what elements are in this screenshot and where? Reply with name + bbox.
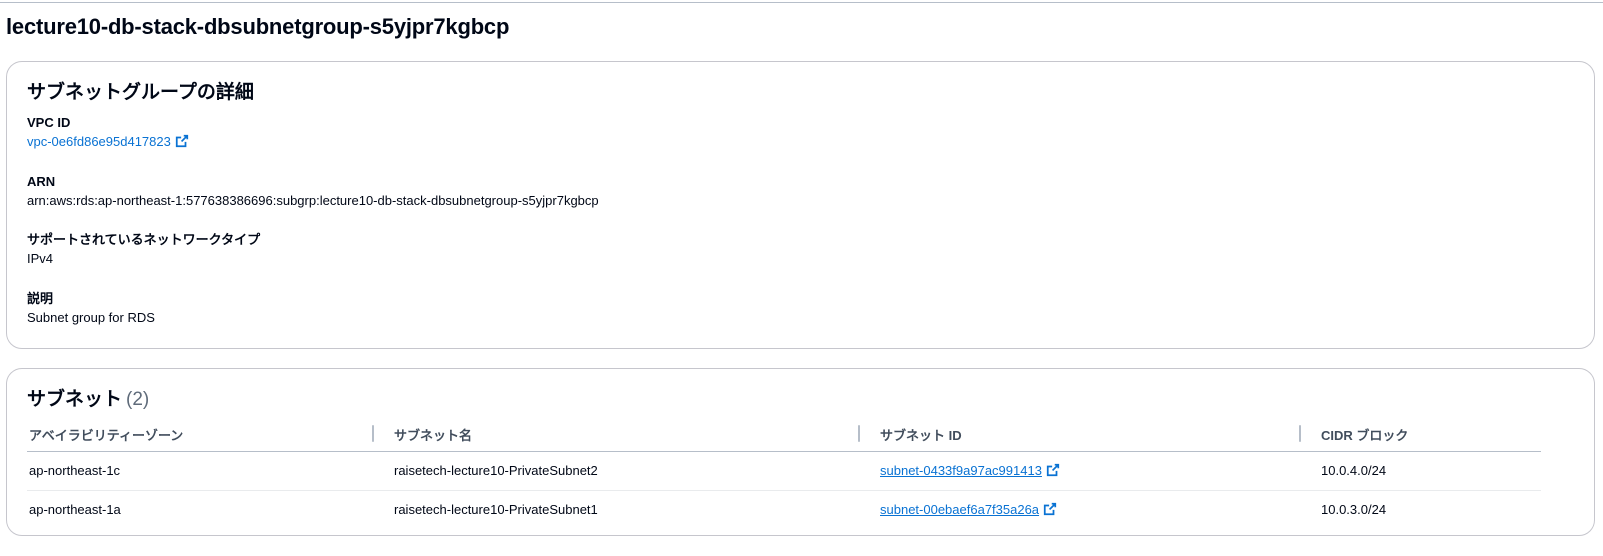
page-title: lecture10-db-stack-dbsubnetgroup-s5yjpr7…	[6, 14, 510, 39]
network-type-value: IPv4	[27, 251, 54, 266]
column-header-availability-zone: アベイラビリティーゾーン	[29, 428, 184, 443]
details-heading: サブネットグループの詳細	[27, 82, 254, 103]
cell-availability-zone: ap-northeast-1c	[29, 463, 121, 478]
vpc-id-field: VPC ID vpc-0e6fd86e95d417823	[27, 114, 189, 152]
subnets-table: アベイラビリティーゾーン サブネット名 サブネット ID CIDR ブロック a…	[27, 419, 1541, 527]
subnets-heading-text: サブネット	[27, 389, 123, 410]
subnet-group-details-panel: サブネットグループの詳細 VPC ID vpc-0e6fd86e95d41782…	[6, 61, 1595, 349]
column-resize-handle[interactable]	[1299, 425, 1301, 442]
column-header-cidr-block: CIDR ブロック	[1321, 428, 1409, 443]
vpc-id-link-text: vpc-0e6fd86e95d417823	[27, 134, 171, 149]
network-type-label: サポートされているネットワークタイプ	[27, 232, 261, 247]
external-link-icon	[175, 134, 188, 148]
external-link-icon	[1046, 463, 1060, 477]
description-value: Subnet group for RDS	[27, 310, 155, 325]
cell-subnet-name: raisetech-lecture10-PrivateSubnet1	[394, 502, 598, 517]
cell-subnet-id: subnet-0433f9a97ac991413	[880, 463, 1060, 478]
vpc-id-link[interactable]: vpc-0e6fd86e95d417823	[27, 134, 189, 149]
table-row: ap-northeast-1a raisetech-lecture10-Priv…	[27, 491, 1541, 529]
cell-cidr-block: 10.0.4.0/24	[1321, 463, 1387, 478]
column-resize-handle[interactable]	[372, 425, 374, 442]
vpc-id-label: VPC ID	[27, 115, 71, 130]
column-resize-handle[interactable]	[858, 425, 860, 442]
subnets-panel: サブネット (2) アベイラビリティーゾーン サブネット名 サブネット ID CI…	[6, 368, 1595, 536]
cell-cidr-block: 10.0.3.0/24	[1321, 502, 1387, 517]
external-link-icon	[1043, 502, 1057, 516]
column-header-subnet-name: サブネット名	[394, 428, 473, 443]
subnet-id-link-text: subnet-00ebaef6a7f35a26a	[880, 502, 1040, 517]
subnet-id-link[interactable]: subnet-00ebaef6a7f35a26a	[880, 502, 1039, 517]
subnet-id-link[interactable]: subnet-0433f9a97ac991413	[880, 463, 1042, 478]
column-header-subnet-id: サブネット ID	[880, 428, 962, 443]
top-divider	[0, 2, 1603, 3]
network-type-field: サポートされているネットワークタイプ IPv4	[27, 231, 260, 269]
arn-field: ARN arn:aws:rds:ap-northeast-1:577638386…	[27, 173, 599, 211]
subnets-heading: サブネット (2)	[27, 384, 149, 411]
cell-subnet-id: subnet-00ebaef6a7f35a26a	[880, 502, 1057, 517]
cell-availability-zone: ap-northeast-1a	[29, 502, 121, 517]
description-label: 説明	[27, 291, 54, 306]
subnet-id-link-text: subnet-0433f9a97ac991413	[880, 463, 1042, 478]
vpc-id-value: vpc-0e6fd86e95d417823	[27, 132, 189, 152]
arn-label: ARN	[27, 174, 56, 189]
subnets-count: (2)	[126, 389, 150, 410]
description-field: 説明 Subnet group for RDS	[27, 290, 155, 328]
arn-value: arn:aws:rds:ap-northeast-1:577638386696:…	[27, 193, 599, 208]
table-row: ap-northeast-1c raisetech-lecture10-Priv…	[27, 452, 1541, 490]
cell-subnet-name: raisetech-lecture10-PrivateSubnet2	[394, 463, 598, 478]
